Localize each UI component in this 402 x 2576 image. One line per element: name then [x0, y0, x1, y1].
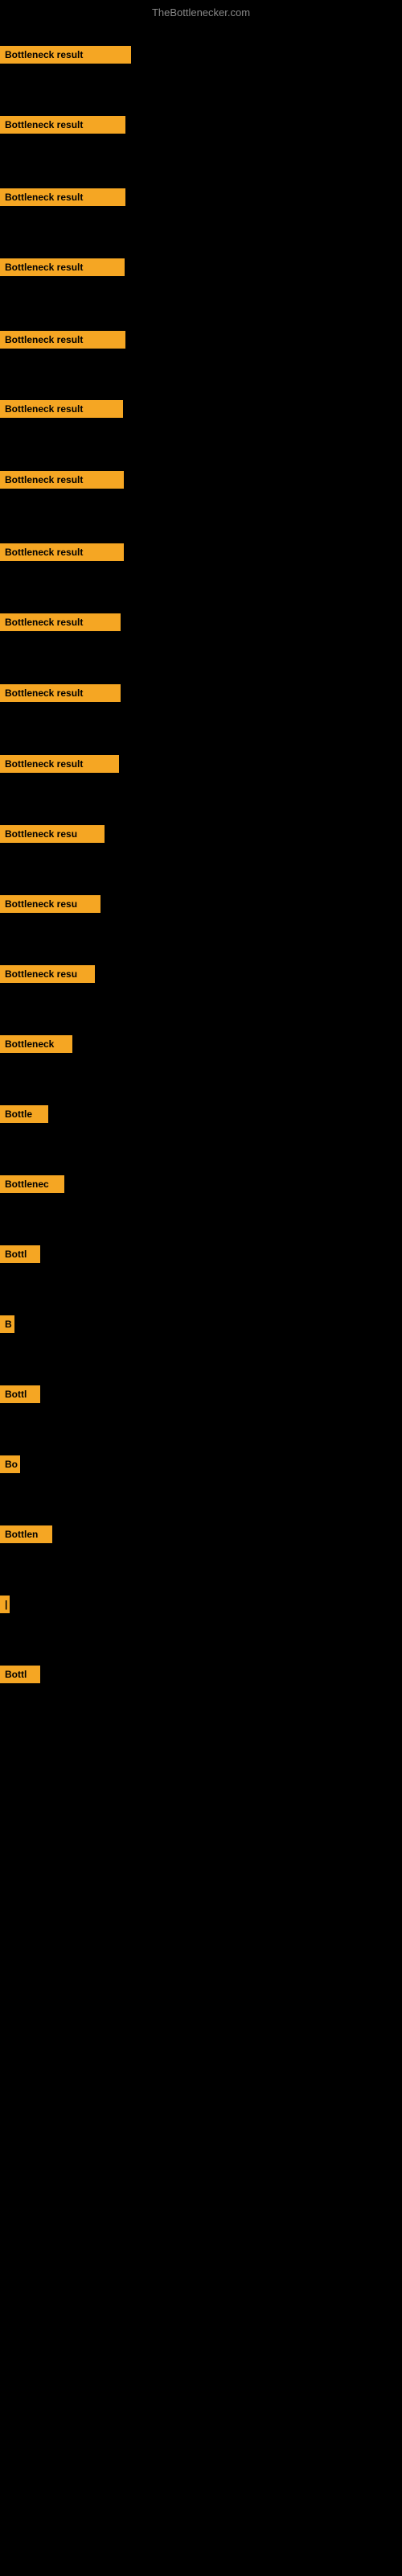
bottleneck-bar-22: Bottlen — [0, 1525, 52, 1543]
bottleneck-bar-2: Bottleneck result — [0, 116, 125, 134]
bottleneck-bar-5: Bottleneck result — [0, 331, 125, 349]
bottleneck-bar-3: Bottleneck result — [0, 188, 125, 206]
bottleneck-bar-4: Bottleneck result — [0, 258, 125, 276]
bottleneck-bar-13: Bottleneck resu — [0, 895, 100, 913]
bottleneck-bar-16: Bottle — [0, 1105, 48, 1123]
site-title: TheBottlenecker.com — [0, 0, 402, 22]
bottleneck-bar-11: Bottleneck result — [0, 755, 119, 773]
bottleneck-bar-24: Bottl — [0, 1666, 40, 1683]
bottleneck-bar-1: Bottleneck result — [0, 46, 131, 64]
bottleneck-bar-18: Bottl — [0, 1245, 40, 1263]
bottleneck-bar-17: Bottlenec — [0, 1175, 64, 1193]
bottleneck-bar-21: Bo — [0, 1455, 20, 1473]
bottleneck-bar-8: Bottleneck result — [0, 543, 124, 561]
bottleneck-bar-15: Bottleneck — [0, 1035, 72, 1053]
bottleneck-bar-23: | — [0, 1596, 10, 1613]
bottleneck-bar-19: B — [0, 1315, 14, 1333]
bottleneck-bar-7: Bottleneck result — [0, 471, 124, 489]
bottleneck-bar-20: Bottl — [0, 1385, 40, 1403]
bottleneck-bar-10: Bottleneck result — [0, 684, 121, 702]
bottleneck-bar-6: Bottleneck result — [0, 400, 123, 418]
bottleneck-bar-9: Bottleneck result — [0, 613, 121, 631]
bottleneck-bar-14: Bottleneck resu — [0, 965, 95, 983]
bottleneck-bar-12: Bottleneck resu — [0, 825, 105, 843]
